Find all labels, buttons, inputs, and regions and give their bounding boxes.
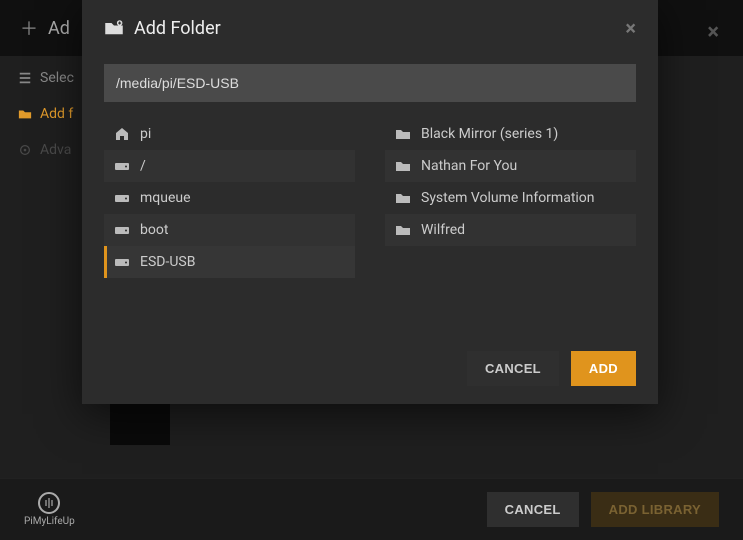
drive-row[interactable]: ESD-USB — [104, 246, 355, 278]
add-button[interactable]: ADD — [571, 351, 636, 386]
modal-header: Add Folder × — [82, 0, 658, 56]
drive-icon — [114, 254, 130, 270]
folder-row[interactable]: Nathan For You — [385, 150, 636, 182]
home-icon — [114, 126, 130, 142]
drive-icon — [114, 190, 130, 206]
folder-browser: pi / mqueue boot ESD-USB Black Mirror (serie… — [82, 118, 658, 278]
row-label: Black Mirror (series 1) — [421, 126, 558, 142]
modal-title: Add Folder — [134, 18, 221, 39]
sidebar-label: Add f — [40, 106, 73, 122]
path-input-wrap — [104, 64, 636, 102]
row-label: System Volume Information — [421, 190, 595, 206]
drive-row[interactable]: boot — [104, 214, 355, 246]
bg-add-library-button[interactable]: ADD LIBRARY — [591, 492, 719, 527]
folder-icon — [395, 190, 411, 206]
bars-icon — [18, 71, 32, 85]
row-label: Nathan For You — [421, 158, 517, 174]
folder-row[interactable]: Black Mirror (series 1) — [385, 118, 636, 150]
row-label: pi — [140, 126, 151, 142]
row-label: mqueue — [140, 190, 191, 206]
folder-row[interactable]: Wilfred — [385, 214, 636, 246]
sidebar-label: Selec — [40, 70, 74, 86]
sidebar-label: Adva — [40, 142, 71, 158]
drive-row[interactable]: pi — [104, 118, 355, 150]
folder-icon — [395, 222, 411, 238]
bg-footer: PiMyLifeUp CANCEL ADD LIBRARY — [0, 478, 743, 540]
gear-icon — [18, 143, 32, 157]
drive-column: pi / mqueue boot ESD-USB — [104, 118, 355, 278]
folder-icon — [395, 158, 411, 174]
folder-column: Black Mirror (series 1) Nathan For You Sys… — [385, 118, 636, 278]
bg-close-icon[interactable]: × — [707, 20, 719, 45]
drive-icon — [114, 158, 130, 174]
drive-row[interactable]: mqueue — [104, 182, 355, 214]
modal-footer: CANCEL ADD — [82, 333, 658, 404]
logo-icon — [38, 492, 60, 514]
bg-title: Ad — [48, 18, 70, 39]
drive-row[interactable]: / — [104, 150, 355, 182]
path-input[interactable] — [104, 64, 636, 102]
add-folder-modal: Add Folder × pi / mqueue boot ESD-USB Black … — [82, 0, 658, 404]
logo-text: PiMyLifeUp — [24, 516, 75, 527]
row-label: Wilfred — [421, 222, 465, 238]
logo: PiMyLifeUp — [24, 492, 75, 527]
row-label: / — [140, 158, 146, 174]
row-label: ESD-USB — [140, 254, 195, 270]
row-label: boot — [140, 222, 168, 238]
cancel-button[interactable]: CANCEL — [467, 351, 559, 386]
drive-icon — [114, 222, 130, 238]
folder-icon — [395, 126, 411, 142]
plus-icon: ＋ — [20, 15, 38, 41]
folder-icon — [18, 107, 32, 121]
bg-cancel-button[interactable]: CANCEL — [487, 492, 579, 527]
modal-close-icon[interactable]: × — [625, 16, 636, 40]
folder-row[interactable]: System Volume Information — [385, 182, 636, 214]
folder-plus-icon — [104, 18, 124, 38]
